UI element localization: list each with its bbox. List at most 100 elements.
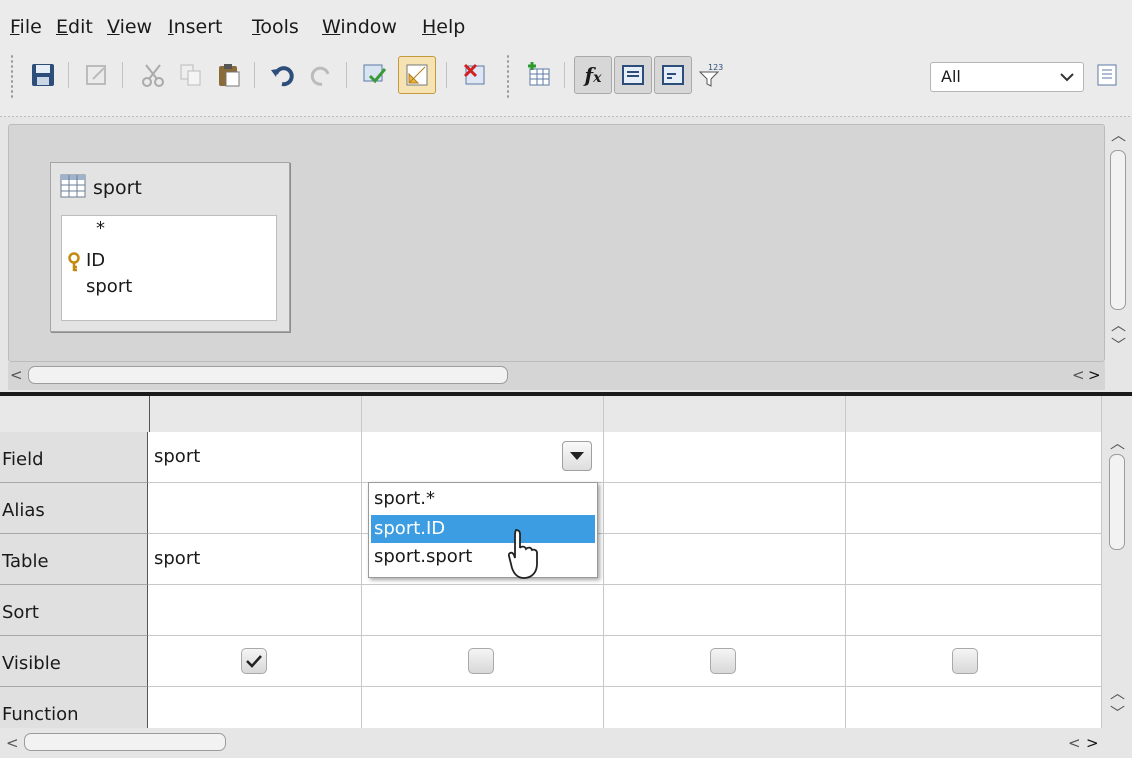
menu-help-rest: elp bbox=[436, 16, 466, 38]
menu-view[interactable]: View bbox=[107, 16, 152, 38]
chevron-down-icon bbox=[1060, 73, 1074, 82]
save-button[interactable] bbox=[24, 56, 62, 94]
scroll-up-icon[interactable]: ︿ bbox=[1111, 124, 1126, 145]
edit-button[interactable] bbox=[78, 56, 116, 94]
paste-button[interactable] bbox=[210, 56, 248, 94]
scroll-right-icon[interactable]: > bbox=[1086, 734, 1099, 752]
design-vertical-scroll-thumb[interactable] bbox=[1110, 150, 1126, 310]
cut-button[interactable] bbox=[134, 56, 172, 94]
dropdown-option[interactable]: sport.* bbox=[371, 485, 595, 513]
row-label-function: Function bbox=[0, 687, 148, 728]
clear-query-button[interactable] bbox=[456, 56, 494, 94]
menu-edit[interactable]: Edit bbox=[56, 16, 93, 38]
hand-pointer-icon bbox=[508, 529, 538, 579]
menu-window-rest: indow bbox=[340, 16, 397, 38]
grid-cell-function[interactable] bbox=[362, 687, 604, 728]
menu-file-rest: ile bbox=[19, 16, 42, 38]
alias-toggle[interactable] bbox=[654, 56, 692, 94]
grid-cell-field[interactable] bbox=[604, 432, 846, 483]
grid-cell-table[interactable]: sport bbox=[148, 534, 362, 585]
toolbar-grip[interactable] bbox=[506, 54, 510, 100]
table-window-sport[interactable]: sport * ID sport bbox=[50, 162, 290, 332]
menu-insert[interactable]: Insert bbox=[168, 16, 223, 38]
add-table-button[interactable] bbox=[520, 56, 558, 94]
grid-cell-field[interactable]: sport bbox=[148, 432, 362, 483]
toolbar-separator bbox=[122, 62, 123, 88]
scroll-right-icon[interactable]: > bbox=[1088, 366, 1101, 384]
copy-button[interactable] bbox=[172, 56, 210, 94]
checkmark-icon bbox=[246, 655, 262, 668]
scroll-left-icon[interactable]: < bbox=[6, 734, 19, 752]
grid-cell-sort[interactable] bbox=[604, 585, 846, 636]
column-header[interactable] bbox=[846, 396, 1102, 432]
toolbar-separator bbox=[68, 62, 69, 88]
grid-cell-table[interactable] bbox=[604, 534, 846, 585]
grid-cell-alias[interactable] bbox=[148, 483, 362, 534]
grid-cell-function[interactable] bbox=[148, 687, 362, 728]
distinct-values-button[interactable]: 123 bbox=[692, 56, 730, 94]
visible-checkbox[interactable] bbox=[710, 648, 736, 674]
grid-cell-function[interactable] bbox=[604, 687, 846, 728]
dropdown-option[interactable]: sport.sport bbox=[371, 543, 595, 571]
toolbar-grip[interactable] bbox=[10, 54, 14, 100]
design-horizontal-scroll-thumb[interactable] bbox=[28, 366, 508, 384]
grid-cell-sort[interactable] bbox=[846, 585, 1102, 636]
query-properties-button[interactable] bbox=[1088, 56, 1126, 94]
grid-cell-table[interactable] bbox=[846, 534, 1102, 585]
field-list-item[interactable]: sport bbox=[86, 276, 132, 297]
menu-window[interactable]: Window bbox=[322, 16, 397, 38]
scroll-down-icon[interactable]: ﹀ bbox=[1111, 334, 1126, 355]
grid-horizontal-scroll-thumb[interactable] bbox=[24, 733, 226, 751]
scroll-up-icon[interactable]: ︿ bbox=[1110, 682, 1125, 703]
design-view-toggle[interactable] bbox=[398, 56, 436, 94]
grid-cell-alias[interactable] bbox=[604, 483, 846, 534]
scroll-left-icon[interactable]: < bbox=[10, 366, 23, 384]
column-header[interactable] bbox=[604, 396, 846, 432]
toolbar-separator bbox=[254, 62, 255, 88]
limit-select[interactable]: All bbox=[930, 62, 1084, 92]
design-view-icon bbox=[406, 64, 428, 86]
row-label-visible: Visible bbox=[0, 636, 148, 687]
grid-cell-visible bbox=[362, 636, 604, 687]
grid-cell-alias[interactable] bbox=[846, 483, 1102, 534]
functions-toggle[interactable]: fx bbox=[574, 56, 612, 94]
run-query-button[interactable] bbox=[356, 56, 394, 94]
field-dropdown-button[interactable] bbox=[562, 441, 592, 471]
column-header[interactable] bbox=[362, 396, 604, 432]
scroll-up-icon[interactable]: ︿ bbox=[1111, 314, 1126, 335]
visible-checkbox[interactable] bbox=[241, 648, 267, 674]
grid-cell-function[interactable] bbox=[846, 687, 1102, 728]
row-label-field: Field bbox=[0, 432, 148, 483]
undo-button[interactable] bbox=[264, 56, 302, 94]
grid-cell-visible bbox=[148, 636, 362, 687]
grid-vertical-scrollbar[interactable]: ︿ ︿ ﹀ bbox=[1102, 432, 1132, 728]
redo-button[interactable] bbox=[302, 56, 340, 94]
visible-checkbox[interactable] bbox=[468, 648, 494, 674]
column-header[interactable] bbox=[150, 396, 362, 432]
design-vertical-scrollbar[interactable]: ︿ ︿ ﹀ bbox=[1105, 124, 1132, 362]
filter-funnel-icon: 123 bbox=[698, 63, 723, 87]
grid-cell-field[interactable] bbox=[846, 432, 1102, 483]
scroll-down-icon[interactable]: ﹀ bbox=[1110, 702, 1125, 723]
scroll-up-icon[interactable]: ︿ bbox=[1110, 432, 1125, 453]
menu-tools[interactable]: Tools bbox=[252, 16, 299, 38]
grid-cell-sort[interactable] bbox=[148, 585, 362, 636]
grid-cell-sort[interactable] bbox=[362, 585, 604, 636]
menu-file[interactable]: File bbox=[10, 16, 42, 38]
toolbar-divider bbox=[0, 116, 1132, 121]
grid-horizontal-scrollbar[interactable]: < < > bbox=[0, 728, 1132, 758]
table-name-toggle[interactable] bbox=[614, 56, 652, 94]
menu-help[interactable]: Help bbox=[422, 16, 465, 38]
scroll-left-icon[interactable]: < bbox=[1068, 734, 1081, 752]
menu-bar: File Edit View Insert Tools Window Help bbox=[0, 0, 1132, 46]
primary-key-icon bbox=[68, 252, 80, 272]
dropdown-option-selected[interactable]: sport.ID bbox=[371, 515, 595, 543]
field-list-item[interactable]: ID bbox=[86, 250, 105, 271]
toolbar: fx 123 All bbox=[0, 46, 1132, 116]
scroll-left-icon[interactable]: < bbox=[1072, 366, 1085, 384]
clear-query-icon bbox=[463, 63, 485, 85]
visible-checkbox[interactable] bbox=[952, 648, 978, 674]
field-list-item[interactable]: * bbox=[96, 218, 105, 239]
grid-vertical-scroll-thumb[interactable] bbox=[1109, 454, 1125, 550]
design-horizontal-scrollbar[interactable]: < < > bbox=[8, 362, 1105, 390]
